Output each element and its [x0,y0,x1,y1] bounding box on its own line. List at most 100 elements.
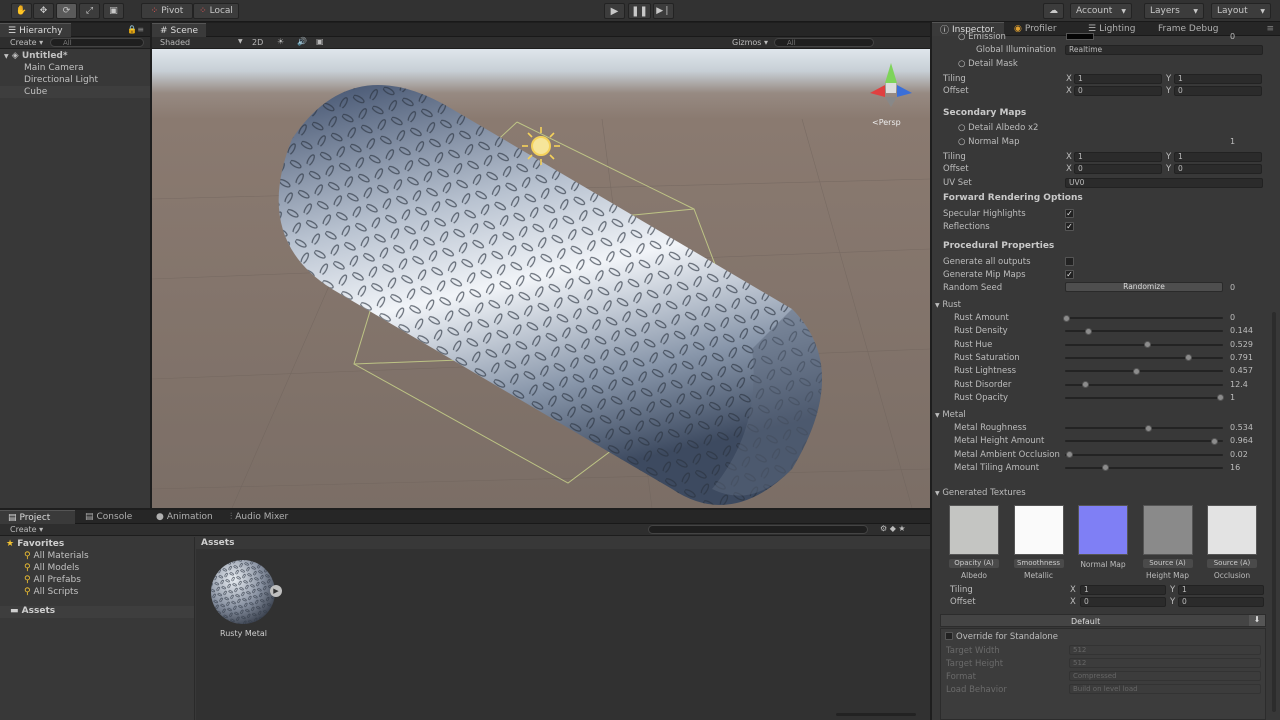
cloud-button[interactable]: ☁ [1043,3,1064,19]
tab-scene[interactable]: # Scene [152,23,206,37]
detail-mask-label[interactable]: ○ Detail Mask [958,59,1018,69]
generated-textures-foldout[interactable]: ▼ Generated Textures [935,488,1026,498]
audio-toggle-icon[interactable]: 🔊 [297,37,307,46]
generate-mip-maps-checkbox[interactable]: ✓ [1065,270,1074,279]
scene-root-row[interactable]: ▼ ◈ Untitled* [0,50,150,62]
slider-thumb[interactable] [1133,367,1141,375]
play-button[interactable]: ▶ [604,3,625,19]
slider-value[interactable]: 1 [1230,393,1235,402]
slider-thumb[interactable] [1184,354,1192,362]
normal-map-label[interactable]: ○ Normal Map [958,137,1020,147]
texture-channel-button[interactable]: Source (A) [1142,559,1193,568]
rust-foldout[interactable]: ▼ Rust [935,300,961,310]
layers-dropdown[interactable]: Layers ▼ [1144,3,1204,19]
shading-mode-dropdown[interactable]: Shaded [160,38,190,47]
slider-track[interactable] [1065,453,1223,456]
panel-menu-icon[interactable]: ≡ [1266,24,1274,34]
slider-track[interactable] [1065,396,1223,399]
texture-preview[interactable] [1142,505,1193,555]
tab-frame-debug[interactable]: Frame Debug [1150,22,1227,36]
local-toggle[interactable]: ⁘ Local [193,3,239,19]
asset-thumbnail[interactable]: ▶ [210,559,282,625]
slider-value[interactable]: 0.457 [1230,366,1253,375]
scale-tool-button[interactable]: ⤢ [79,3,100,19]
slider-track[interactable] [1065,466,1223,469]
slider-track[interactable] [1065,317,1223,319]
slider-value[interactable]: 0.534 [1230,423,1253,432]
slider-thumb[interactable] [1144,341,1152,349]
slider-track[interactable] [1065,440,1223,443]
texture-preview[interactable] [1207,505,1257,555]
tab-hierarchy[interactable]: ☰ Hierarchy [0,23,71,37]
offset2-y-field[interactable]: 0 [1174,164,1262,174]
slider-thumb[interactable] [1211,437,1219,445]
favorite-item[interactable]: ⚲ All Materials [24,551,89,561]
random-seed-value[interactable]: 0 [1230,283,1235,292]
texture-channel-button[interactable]: Source (A) [1207,559,1257,568]
texture-channel-button[interactable]: Smoothness [1013,559,1064,568]
persp-label[interactable]: <Persp [872,118,901,127]
assets-folder[interactable]: ▬ Assets [0,606,194,618]
slider-track[interactable] [1065,356,1223,359]
tab-console[interactable]: ▤ Console [77,510,140,524]
override-standalone-checkbox[interactable] [945,632,953,640]
slider-value[interactable]: 0.791 [1230,353,1253,362]
tab-project[interactable]: ▤ Project [0,510,75,524]
lighting-toggle-icon[interactable]: ☀ [277,37,284,46]
slider-thumb[interactable] [1063,314,1070,322]
slider-thumb[interactable] [1082,381,1090,388]
slider-value[interactable]: 0.529 [1230,340,1253,349]
tex-offset-x-field[interactable]: 0 [1080,597,1166,607]
pause-button[interactable]: ❚❚ [628,3,651,19]
texture-preview[interactable] [1013,505,1064,555]
slider-thumb[interactable] [1101,464,1109,472]
uv-set-dropdown[interactable]: UV0 [1065,178,1263,188]
texture-channel-button[interactable]: Opacity (A) [949,559,999,568]
gizmos-dropdown[interactable]: Gizmos ▾ [732,38,768,47]
offset2-x-field[interactable]: 0 [1074,164,1162,174]
slider-thumb[interactable] [1085,327,1093,335]
texture-preview[interactable] [1078,505,1128,555]
slider-value[interactable]: 12.4 [1230,380,1248,389]
slider-track[interactable] [1065,427,1223,429]
hand-tool-button[interactable]: ✋ [11,3,32,19]
specular-highlights-checkbox[interactable]: ✓ [1065,209,1074,218]
slider-value[interactable]: 0.144 [1230,326,1253,335]
account-dropdown[interactable]: Account ▼ [1070,3,1132,19]
slider-value[interactable]: 0 [1230,313,1235,322]
scene-viewport[interactable]: <Persp [152,49,930,508]
offset-y-field[interactable]: 0 [1174,86,1262,96]
hierarchy-search-input[interactable]: All [50,38,144,47]
inspector-scrollbar[interactable] [1272,312,1276,712]
gi-dropdown[interactable]: Realtime [1065,45,1263,55]
metal-foldout[interactable]: ▼ Metal [935,410,966,420]
detail-albedo-label[interactable]: ○ Detail Albedo x2 [958,123,1038,133]
tab-animation[interactable]: ● Animation [148,510,221,524]
texture-preview[interactable] [949,505,999,555]
slider-thumb[interactable] [1217,394,1224,402]
hierarchy-item[interactable]: Main Camera [0,62,150,74]
favorite-item[interactable]: ⚲ All Prefabs [24,575,81,585]
offset-x-field[interactable]: 0 [1074,86,1162,96]
favorite-item[interactable]: ⚲ All Scripts [24,587,78,597]
slider-value[interactable]: 0.02 [1230,450,1248,459]
project-create-dropdown[interactable]: Create ▾ [10,525,43,534]
slider-thumb[interactable] [1145,424,1153,432]
hierarchy-item[interactable]: Directional Light [0,74,150,86]
project-search-input[interactable] [648,525,868,534]
move-tool-button[interactable]: ✥ [33,3,54,19]
tex-tiling-y-field[interactable]: 1 [1178,585,1264,595]
expand-asset-icon[interactable]: ▶ [270,585,282,597]
pivot-toggle[interactable]: ⁘ Pivot [141,3,193,19]
step-button[interactable]: ▶❘ [653,3,674,19]
orientation-gizmo[interactable] [870,63,912,107]
download-icon[interactable]: ⬇ [1249,615,1265,626]
layout-dropdown[interactable]: Layout ▼ [1211,3,1271,19]
slider-value[interactable]: 0.964 [1230,436,1253,445]
panel-menu-icon[interactable]: 🔒≡ [127,25,144,34]
favorites-header[interactable]: ★ Favorites [6,539,64,549]
normal-map-scale[interactable]: 1 [1230,137,1235,146]
effects-toggle-icon[interactable]: ▣ [316,37,324,46]
rect-tool-button[interactable]: ▣ [103,3,124,19]
favorite-item[interactable]: ⚲ All Models [24,563,79,573]
